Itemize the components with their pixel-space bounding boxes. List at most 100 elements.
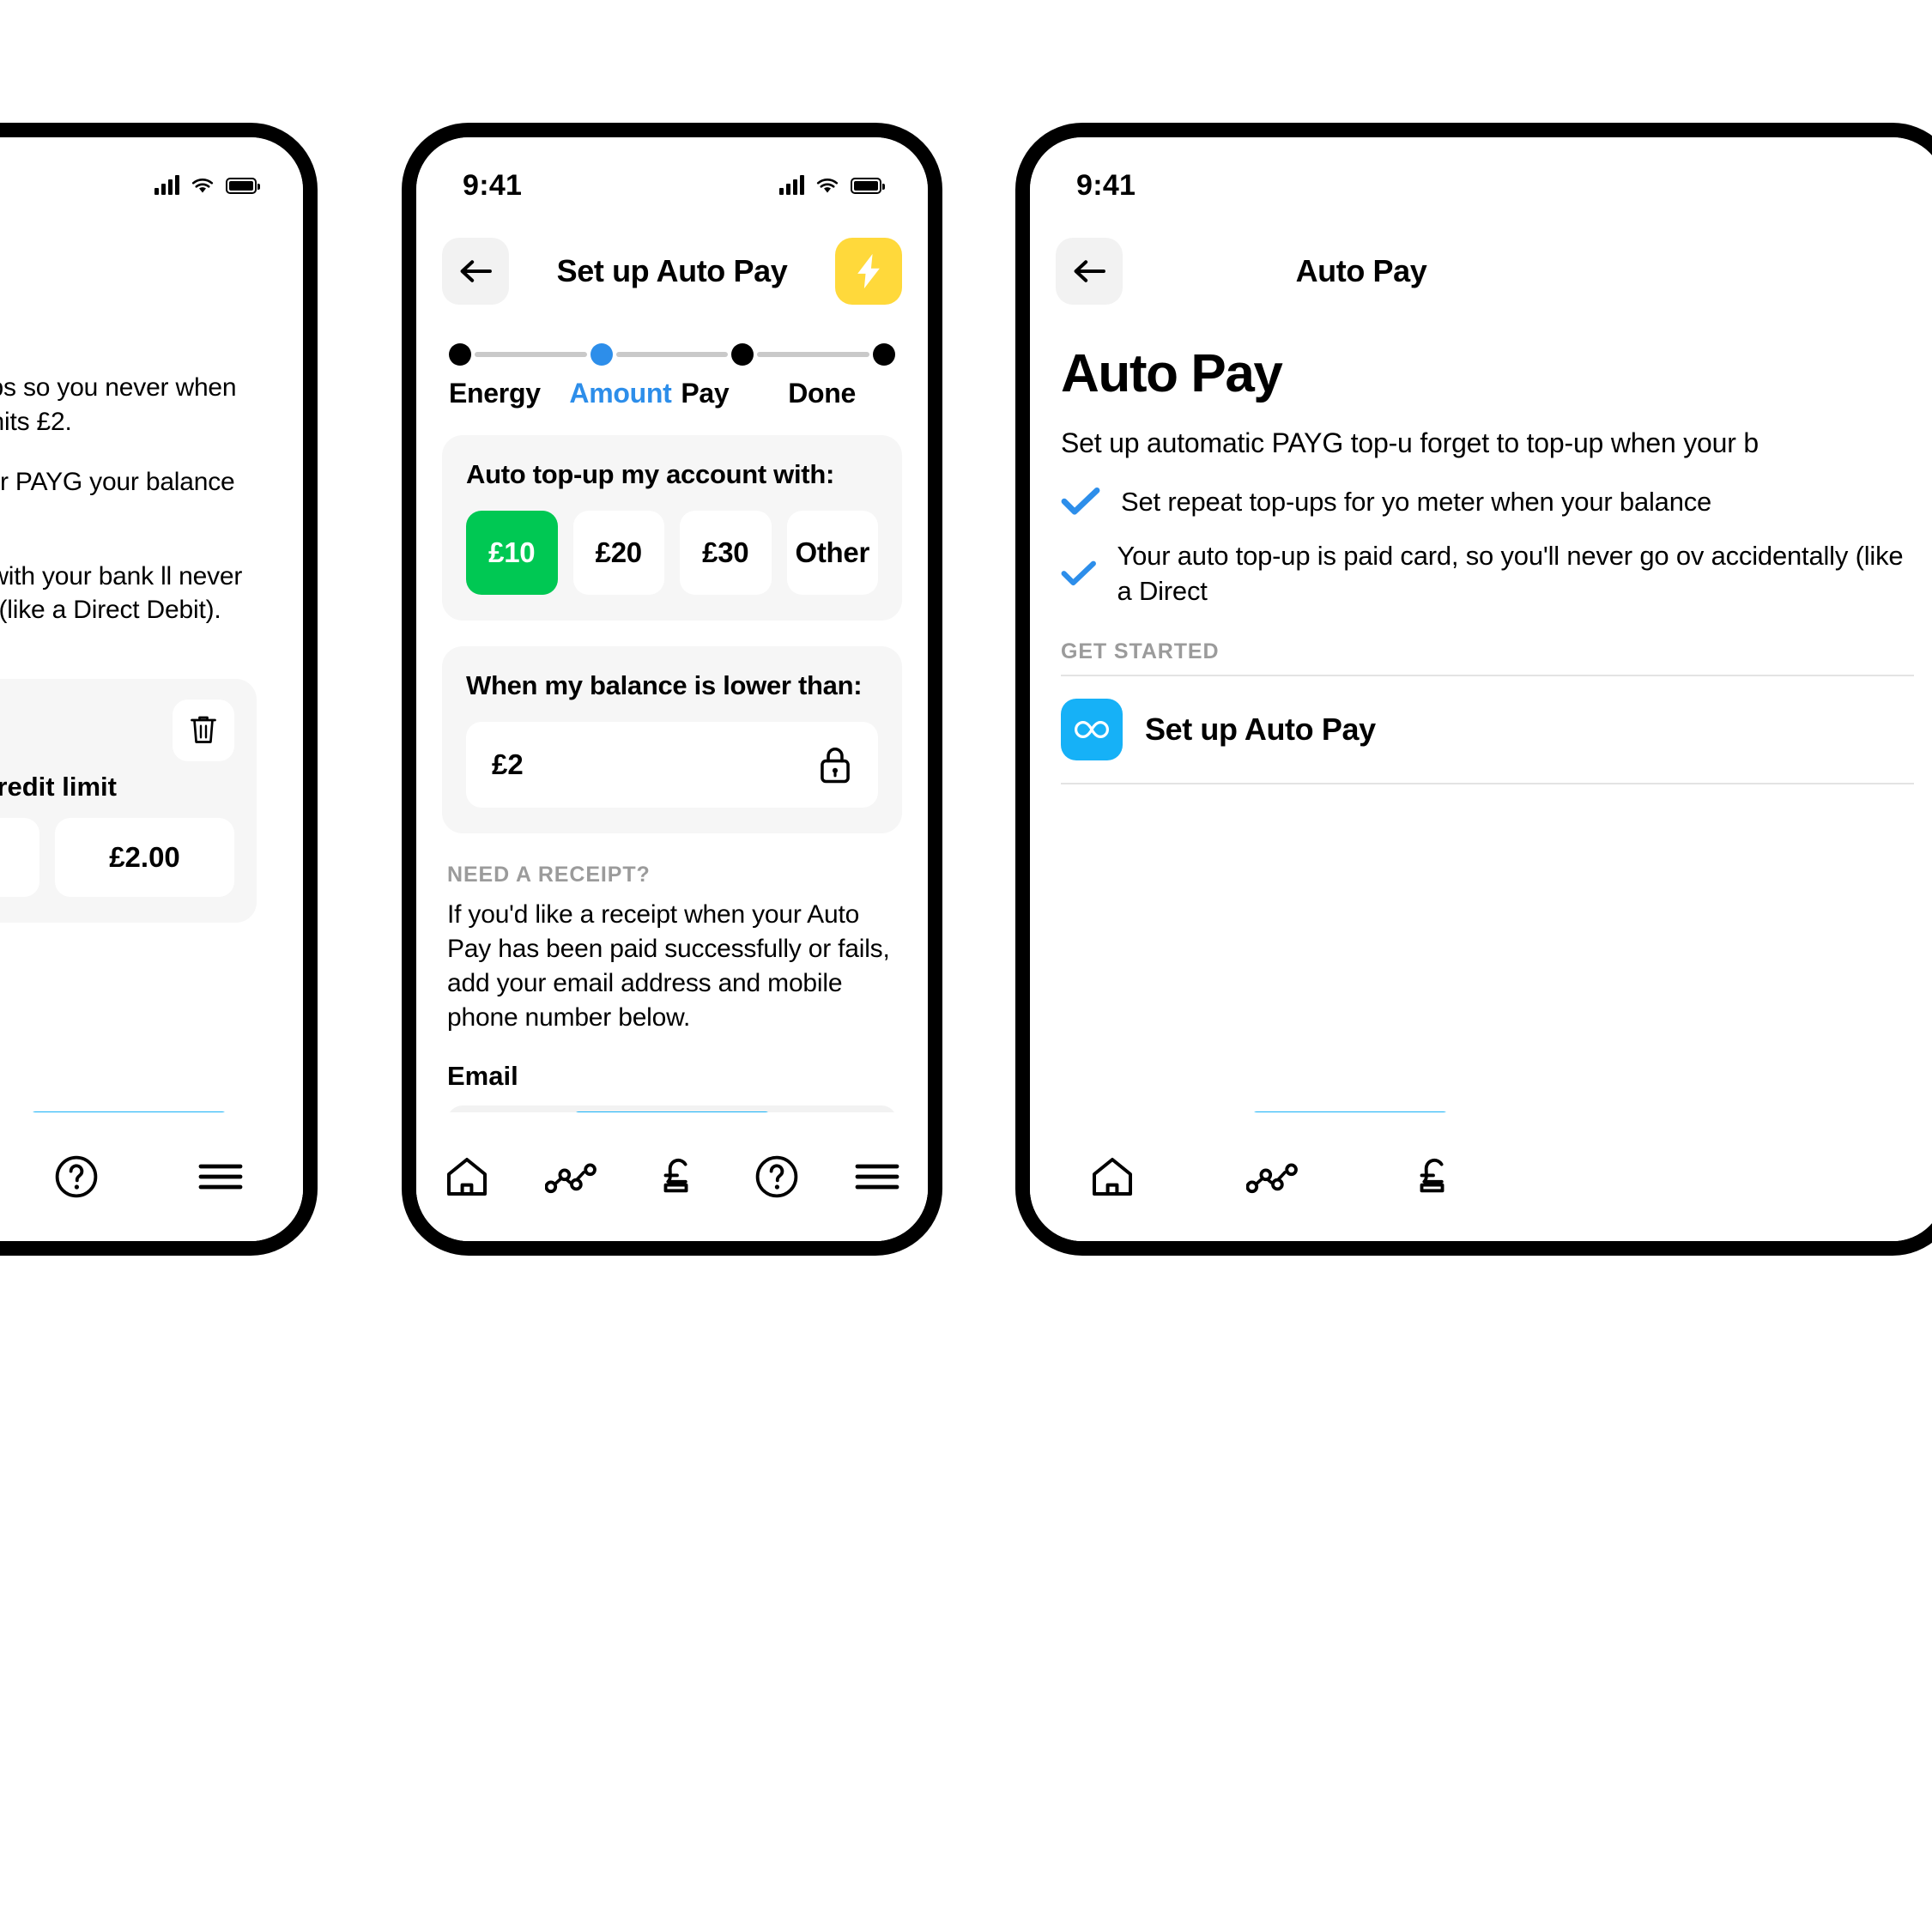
step-label-amount: Amount <box>569 378 672 409</box>
status-bar: 9:41 <box>1030 137 1932 211</box>
section-eyebrow: GET STARTED <box>1061 639 1220 664</box>
phone-right-screen: 9:41 Auto Pay Auto Pay Set up automatic … <box>1030 137 1932 1241</box>
amount-option-20[interactable]: £20 <box>572 511 664 595</box>
screenshot-stage: Auto Pay c PAYG top-ups so you never whe… <box>0 0 1932 1932</box>
wifi-icon <box>816 178 839 192</box>
threshold-card-title: When my balance is lower than: <box>466 670 863 700</box>
benefits-list: Set repeat top-ups for yo meter when you… <box>1030 462 1932 609</box>
credit-limit-label: Credit limit <box>0 772 117 802</box>
nav-title: Auto Pay <box>1295 253 1427 288</box>
menu-icon <box>855 1164 899 1190</box>
home-icon <box>1093 1158 1132 1196</box>
phone-middle-screen: 9:41 Set up Auto Pay Energy Amount Pay D… <box>416 137 928 1241</box>
phone-left-screen: Auto Pay c PAYG top-ups so you never whe… <box>0 137 303 1241</box>
amount-options: £10 £20 £30 Other <box>466 511 878 595</box>
step-dot-pay[interactable] <box>731 343 754 366</box>
receipt-body: If you'd like a receipt when your Auto P… <box>447 900 890 1032</box>
step-line-1 <box>475 352 587 357</box>
left-paragraph-3: op-up is paid with your bank ll never go… <box>0 561 243 625</box>
tab-help[interactable] <box>746 1154 808 1199</box>
bottom-tab-bar <box>0 1112 303 1241</box>
list-item-label: Set repeat top-ups for yo meter when you… <box>1121 486 1712 517</box>
phone-middle: 9:41 Set up Auto Pay Energy Amount Pay D… <box>402 123 942 1256</box>
status-bar <box>0 137 303 211</box>
credit-limit-field-left[interactable] <box>0 818 39 898</box>
status-time: 9:41 <box>1076 168 1136 202</box>
threshold-value-field[interactable]: £2 <box>466 722 878 808</box>
list-item-label: Your auto top-up is paid card, so you'll… <box>1117 540 1904 606</box>
tab-usage[interactable] <box>1238 1159 1308 1195</box>
tab-payments[interactable] <box>646 1154 706 1200</box>
email-label: Email <box>447 1060 518 1091</box>
bottom-tab-bar <box>1030 1112 1932 1241</box>
trash-icon <box>191 716 216 744</box>
tab-menu[interactable] <box>846 1162 908 1191</box>
step-label-energy: Energy <box>449 378 541 409</box>
lightning-action-button[interactable] <box>835 238 902 305</box>
signal-icon <box>154 175 179 195</box>
step-line-3 <box>757 352 870 357</box>
back-button[interactable] <box>442 238 509 305</box>
page-title: Auto Pay <box>1061 344 1283 403</box>
nav-title: Set up Auto Pay <box>556 253 788 288</box>
list-item: Set repeat top-ups for yo meter when you… <box>1061 484 1914 519</box>
setup-stepper: Energy Amount Pay Done <box>416 314 928 409</box>
lightning-bolt-icon <box>857 253 880 289</box>
list-item: Your auto top-up is paid card, so you'll… <box>1061 538 1914 609</box>
help-icon <box>55 1155 98 1198</box>
step-line-2 <box>615 352 729 357</box>
tab-menu[interactable] <box>190 1162 251 1191</box>
amount-option-other[interactable]: Other <box>786 511 878 595</box>
tab-help[interactable] <box>45 1154 107 1199</box>
phone-right: 9:41 Auto Pay Auto Pay Set up automatic … <box>1015 123 1932 1256</box>
credit-limit-card: Credit limit £2.00 <box>0 679 257 924</box>
back-button[interactable] <box>1056 238 1123 305</box>
wifi-icon <box>191 178 214 192</box>
setup-auto-pay-row[interactable]: Set up Auto Pay <box>1030 676 1932 783</box>
check-icon <box>1061 488 1100 515</box>
page-title: Auto Pay <box>0 211 303 270</box>
threshold-value: £2 <box>492 748 524 780</box>
signal-icon <box>779 175 804 195</box>
balance-threshold-card: When my balance is lower than: £2 <box>442 646 902 833</box>
pound-icon <box>1420 1158 1444 1193</box>
divider <box>1061 783 1914 785</box>
topup-amount-card: Auto top-up my account with: £10 £20 £30… <box>442 435 902 621</box>
usage-graph-icon <box>1246 1163 1298 1194</box>
battery-icon <box>851 177 885 194</box>
step-dot-amount[interactable] <box>590 343 613 366</box>
amount-option-10[interactable]: £10 <box>466 511 558 595</box>
back-arrow-icon <box>1074 260 1105 282</box>
tab-home[interactable] <box>1081 1156 1143 1197</box>
back-arrow-icon <box>460 260 492 282</box>
tab-payments[interactable] <box>1402 1154 1463 1200</box>
step-dot-energy[interactable] <box>449 343 471 366</box>
nav-header: Auto Pay <box>1030 211 1932 314</box>
status-time: 9:41 <box>463 168 523 202</box>
tab-home[interactable] <box>436 1156 498 1197</box>
status-bar: 9:41 <box>416 137 928 211</box>
menu-icon <box>198 1164 243 1190</box>
battery-icon <box>226 177 260 194</box>
intro-text: Set up automatic PAYG top-u forget to to… <box>1061 427 1759 458</box>
step-label-pay: Pay <box>681 378 730 409</box>
infinity-icon <box>1061 699 1123 761</box>
left-paragraph-2: op-ups for your PAYG your balance reache… <box>0 467 235 496</box>
bottom-tab-bar <box>416 1112 928 1241</box>
usage-graph-icon <box>545 1163 597 1194</box>
receipt-eyebrow: NEED A RECEIPT? <box>447 863 651 887</box>
check-icon <box>1061 560 1096 586</box>
amount-option-30[interactable]: £30 <box>680 511 772 595</box>
setup-auto-pay-label: Set up Auto Pay <box>1145 712 1376 748</box>
step-label-done: Done <box>788 378 856 409</box>
tab-usage[interactable] <box>536 1159 607 1195</box>
help-icon <box>755 1155 797 1198</box>
home-icon <box>446 1158 487 1196</box>
pound-icon <box>663 1158 688 1193</box>
phone-left: Auto Pay c PAYG top-ups so you never whe… <box>0 123 318 1256</box>
delete-button[interactable] <box>173 700 234 762</box>
credit-limit-value[interactable]: £2.00 <box>55 818 234 898</box>
left-paragraph-1: c PAYG top-ups so you never when your ba… <box>0 373 237 436</box>
nav-header: Set up Auto Pay <box>416 211 928 314</box>
step-dot-done[interactable] <box>873 343 896 366</box>
